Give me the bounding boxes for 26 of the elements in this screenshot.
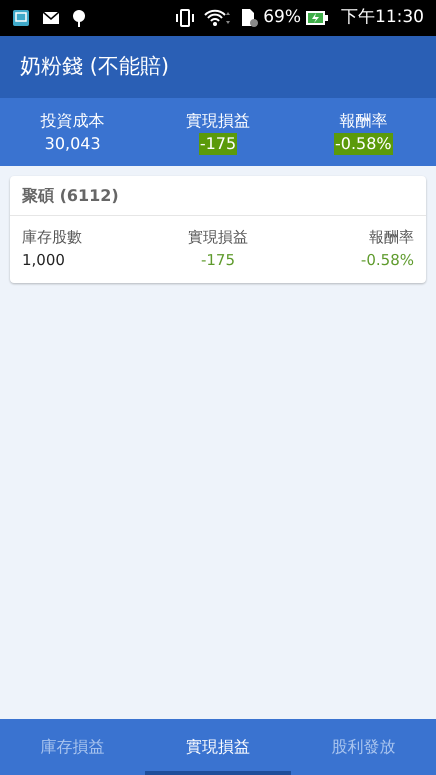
field-label: 實現損益 [188,227,248,248]
battery-percent: 69% [263,6,301,30]
field-value: 1,000 [22,250,65,270]
summary-value: 30,043 [44,133,101,155]
summary-label: 投資成本 [40,110,105,132]
stock-name: 聚碩 (6112) [22,184,119,206]
summary-label: 報酬率 [339,110,388,132]
tab[interactable]: 實現損益 [145,719,291,775]
summary-value: -0.58% [334,133,393,155]
tab[interactable]: 股利發放 [290,719,436,775]
sd-card-icon [239,8,260,28]
clock: 下午11:30 [341,6,424,30]
field-value: -0.58% [360,250,414,270]
summary-label: 實現損益 [186,110,250,132]
mail-icon [42,11,60,25]
field-label: 報酬率 [369,227,414,248]
summary-value: -175 [198,133,238,155]
tab[interactable]: 庫存損益 [0,719,146,775]
field-label: 庫存股數 [22,227,82,248]
field-value: -175 [200,250,236,270]
battery-charging-icon [305,9,329,27]
stock-card[interactable]: 聚碩 (6112) 庫存股數 1,000 實現損益 -175 報酬率 -0.58% [10,176,426,283]
app-title: 奶粉錢 (不能賠) [20,53,170,80]
vibrate-icon [175,9,196,27]
wifi-icon [203,9,232,27]
screen-cast-icon [12,9,30,27]
